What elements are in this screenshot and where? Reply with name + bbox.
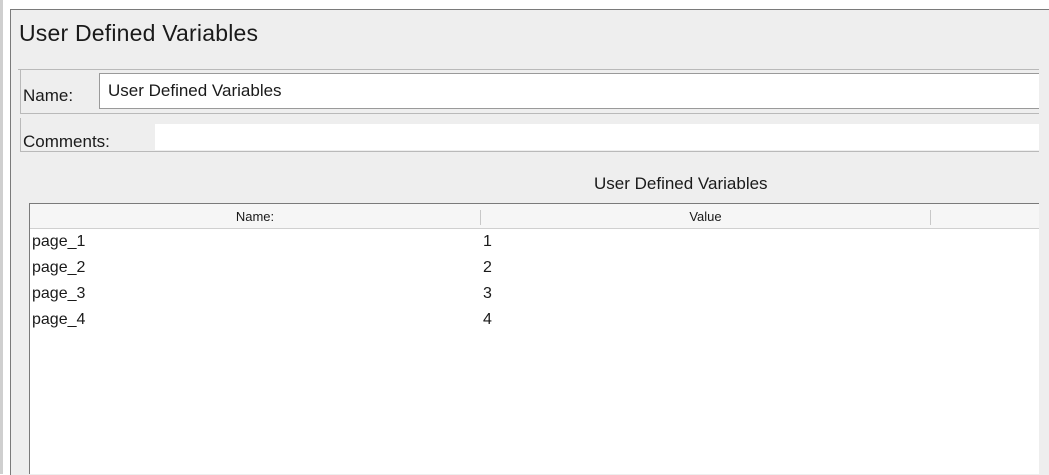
comments-label: Comments: bbox=[23, 132, 110, 151]
name-field[interactable] bbox=[99, 73, 1039, 109]
table-row-value[interactable]: 2 bbox=[483, 257, 492, 279]
table-row-name[interactable]: page_2 bbox=[32, 257, 85, 279]
column-divider[interactable] bbox=[930, 210, 931, 225]
table-row-name[interactable]: page_1 bbox=[32, 231, 85, 253]
table-row-name[interactable]: page_4 bbox=[32, 309, 85, 331]
name-label: Name: bbox=[23, 86, 74, 105]
table-row-name[interactable]: page_3 bbox=[32, 283, 85, 305]
column-header-name[interactable]: Name: bbox=[30, 204, 480, 229]
table-row-value[interactable]: 3 bbox=[483, 283, 492, 305]
variables-table bbox=[29, 203, 1039, 474]
column-header-value[interactable]: Value bbox=[481, 204, 930, 229]
table-caption: User Defined Variables bbox=[594, 174, 768, 193]
table-row-value[interactable]: 1 bbox=[483, 231, 492, 253]
window: User Defined Variables Name: Comments: U… bbox=[0, 0, 1049, 475]
panel-title: User Defined Variables bbox=[19, 20, 259, 46]
comments-field[interactable] bbox=[155, 124, 1039, 150]
table-row-value[interactable]: 4 bbox=[483, 309, 492, 331]
window-edge bbox=[0, 0, 3, 474]
